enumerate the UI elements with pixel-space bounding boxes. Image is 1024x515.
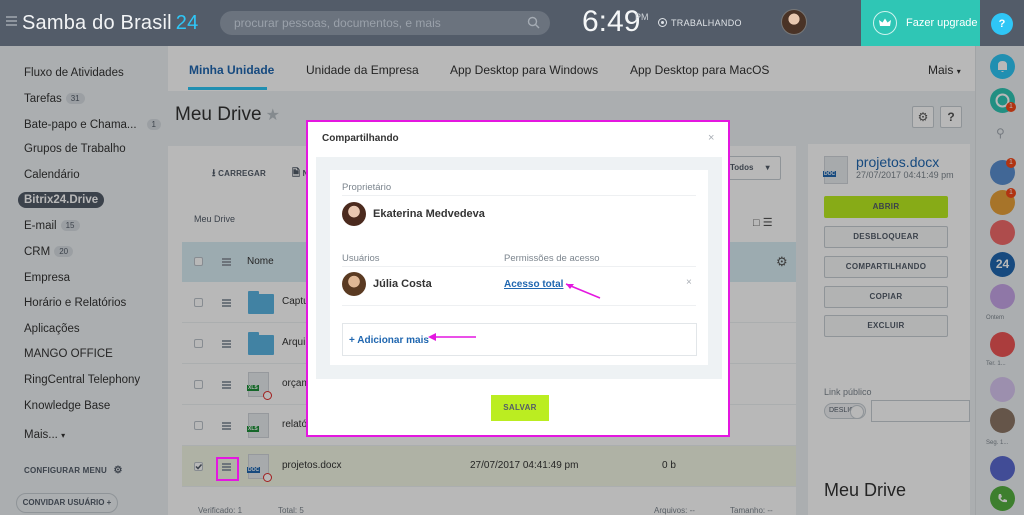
status-dot-icon <box>658 18 667 27</box>
search-placeholder: procurar pessoas, documentos, e mais <box>234 16 441 30</box>
clock-time[interactable]: 6:49 <box>582 5 640 39</box>
upgrade-button[interactable]: Fazer upgrade <box>861 0 980 46</box>
work-status-label: TRABALHANDO <box>671 18 742 28</box>
owner-label: Proprietário <box>342 182 392 193</box>
help-icon[interactable]: ? <box>991 13 1013 35</box>
add-more-area[interactable]: + Adicionar mais <box>342 323 697 356</box>
add-more-link[interactable]: + Adicionar mais <box>349 335 429 346</box>
help-area: ? <box>980 0 1024 46</box>
annotation-arrow <box>428 333 476 341</box>
divider <box>342 305 696 306</box>
owner-name: Ekaterina Medvedeva <box>373 208 485 220</box>
owner-avatar <box>342 202 366 226</box>
dialog-title: Compartilhando <box>322 133 399 144</box>
upgrade-label: Fazer upgrade <box>906 17 978 29</box>
user-avatar[interactable] <box>781 9 807 35</box>
share-dialog: Compartilhando × Proprietário Ekaterina … <box>306 120 730 437</box>
annotation-arrow <box>565 283 601 299</box>
remove-user-icon[interactable]: × <box>686 277 692 288</box>
divider <box>342 266 696 267</box>
save-button[interactable]: SALVAR <box>491 395 549 421</box>
permissions-label: Permissões de acesso <box>504 253 600 264</box>
close-icon[interactable]: × <box>708 132 714 144</box>
user-avatar <box>342 272 366 296</box>
permission-selector[interactable]: Acesso total <box>504 279 563 290</box>
users-label: Usuários <box>342 253 380 264</box>
highlight-box <box>216 457 239 481</box>
divider <box>342 195 696 196</box>
app-number: 24 <box>175 12 199 34</box>
menu-icon[interactable] <box>6 16 17 27</box>
app-title: Samba do Brasil <box>22 12 172 34</box>
clock-ampm: PM <box>635 12 649 22</box>
work-status[interactable]: TRABALHANDO <box>658 18 742 28</box>
search-input[interactable]: procurar pessoas, documentos, e mais <box>220 11 550 35</box>
top-bar: Samba do Brasil 24 procurar pessoas, docu… <box>0 0 1024 46</box>
shared-user-name: Júlia Costa <box>373 278 432 290</box>
crown-icon <box>873 11 897 35</box>
search-icon[interactable] <box>527 16 540 29</box>
share-panel: Proprietário Ekaterina Medvedeva Usuário… <box>330 170 708 365</box>
app-logo[interactable]: Samba do Brasil 24 <box>22 12 198 35</box>
